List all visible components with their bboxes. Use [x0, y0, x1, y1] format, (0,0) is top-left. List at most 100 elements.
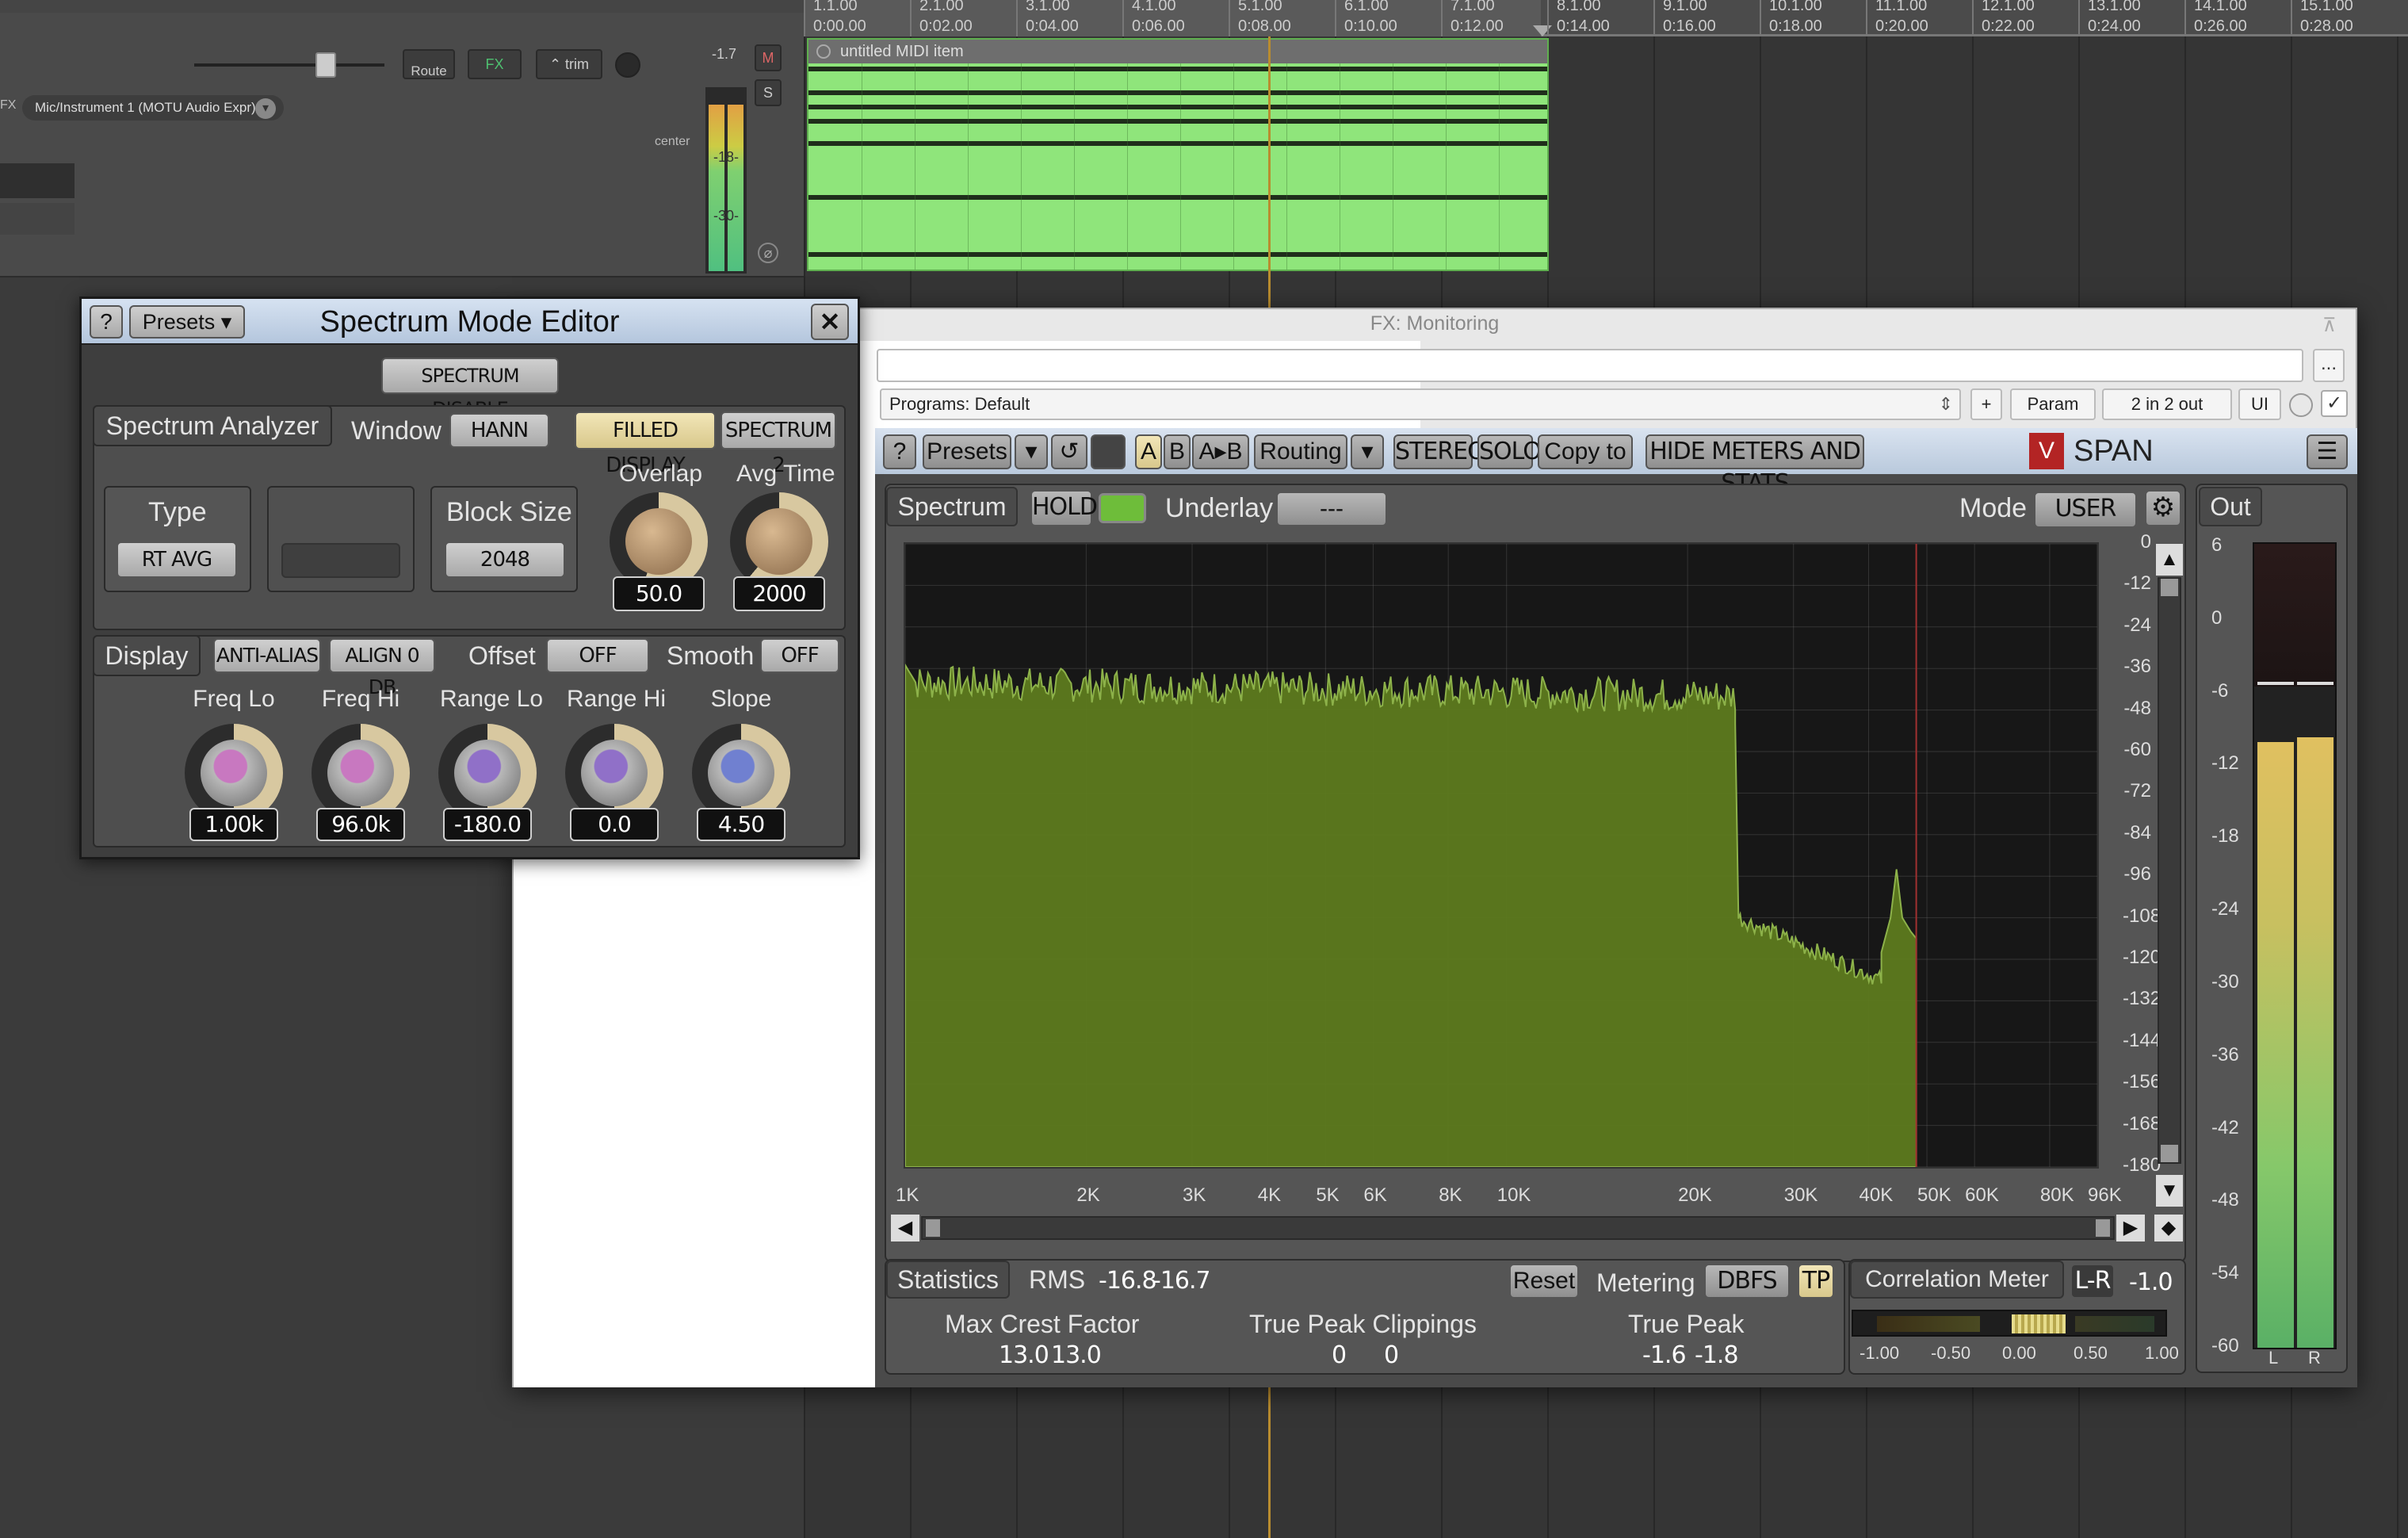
- add-program-button[interactable]: +: [1970, 388, 2002, 420]
- knob-value[interactable]: -180.0: [443, 808, 532, 841]
- correlation-mode-button[interactable]: L-R: [2070, 1264, 2115, 1299]
- hide-meters-button[interactable]: HIDE METERS AND STATS: [1645, 434, 1864, 497]
- route-button[interactable]: Route: [403, 49, 455, 79]
- scroll-thumb-top[interactable]: [2161, 579, 2178, 596]
- block-size-select[interactable]: 2048: [445, 541, 565, 578]
- hscroll-thumb-left[interactable]: [926, 1219, 940, 1237]
- io-button[interactable]: 2 in 2 out: [2102, 388, 2232, 420]
- scroll-right-icon[interactable]: ▶: [2115, 1213, 2146, 1243]
- more-button[interactable]: ...: [2313, 349, 2345, 382]
- copy-to-button[interactable]: Copy to: [1538, 434, 1633, 469]
- fx-chain-small[interactable]: FX: [0, 98, 17, 119]
- ruler-tick: [910, 0, 912, 36]
- knob-value[interactable]: 4.50: [697, 808, 785, 841]
- correlation-scale-label: -1.00: [1860, 1343, 1900, 1363]
- volume-slider-handle[interactable]: [315, 52, 336, 78]
- menu-icon[interactable]: ☰: [2307, 434, 2348, 469]
- crest-left: 13.0: [999, 1341, 1049, 1369]
- volume-slider-track[interactable]: [194, 63, 384, 67]
- peak-hold-left: [2257, 682, 2294, 685]
- spectrum-tab[interactable]: Spectrum: [886, 487, 1018, 526]
- out-tab[interactable]: Out: [2199, 487, 2262, 526]
- filled-display-toggle[interactable]: FILLED DISPLAY: [575, 411, 716, 477]
- stereo-button[interactable]: STEREO: [1393, 434, 1486, 469]
- solo-button[interactable]: S: [755, 79, 782, 106]
- scroll-down-icon[interactable]: ▼: [2154, 1173, 2184, 1208]
- pan-knob[interactable]: [615, 52, 640, 78]
- hscroll-thumb-right[interactable]: [2096, 1219, 2110, 1237]
- metering-mode-select[interactable]: DBFS: [1704, 1264, 1790, 1299]
- db-label: -156: [2123, 1071, 2161, 1093]
- spectrum2-toggle[interactable]: SPECTRUM 2: [720, 411, 836, 477]
- horizontal-scrollbar[interactable]: [921, 1216, 2115, 1240]
- midi-note: [808, 119, 1547, 124]
- zoom-reset-icon[interactable]: ◆: [2153, 1213, 2184, 1243]
- db-label: -180: [2123, 1154, 2161, 1176]
- smooth-select[interactable]: OFF: [760, 638, 839, 673]
- offset-select[interactable]: OFF: [546, 638, 649, 673]
- underlay-select[interactable]: ---: [1276, 492, 1387, 526]
- routing-button[interactable]: Routing: [1254, 434, 1347, 469]
- analyzer-tab[interactable]: Spectrum Analyzer: [93, 405, 332, 446]
- bypass-checkbox[interactable]: ✓: [2321, 390, 2348, 417]
- spectrum-disable-button[interactable]: SPECTRUM DISABLE: [381, 358, 559, 420]
- phase-invert-icon[interactable]: ⌀: [758, 243, 778, 263]
- copy-a-to-b-button[interactable]: A▸B: [1192, 434, 1249, 469]
- sme-titlebar[interactable]: ? Presets ▾ Spectrum Mode Editor ✕: [82, 299, 858, 345]
- knob-value[interactable]: 1.00k: [189, 808, 278, 841]
- fx-search-input[interactable]: [877, 349, 2303, 382]
- anti-alias-toggle[interactable]: ANTI-ALIAS: [213, 638, 321, 673]
- display-tab[interactable]: Display: [93, 635, 201, 676]
- ui-button[interactable]: UI: [2238, 388, 2281, 420]
- type-select[interactable]: RT AVG: [117, 541, 237, 578]
- fx-button[interactable]: FX: [468, 49, 522, 79]
- wet-knob[interactable]: [2289, 393, 2313, 417]
- window-select[interactable]: HANN: [449, 413, 549, 448]
- overlap-label: Overlap: [619, 461, 703, 487]
- close-icon[interactable]: ✕: [811, 304, 849, 340]
- scroll-thumb-bottom[interactable]: [2161, 1145, 2178, 1162]
- scroll-up-icon[interactable]: ▲: [2154, 542, 2184, 577]
- mute-button[interactable]: M: [755, 44, 782, 71]
- reset-icon[interactable]: ↺: [1051, 434, 1087, 469]
- spectrum-plot[interactable]: [904, 542, 2099, 1169]
- record-input-selector[interactable]: Mic/Instrument 1 (MOTU Audio Expr): [22, 95, 284, 121]
- program-selector[interactable]: Programs: Default ⇕: [880, 388, 1961, 420]
- spectrum-color-swatch[interactable]: [1099, 493, 1146, 523]
- state-b-button[interactable]: B: [1164, 434, 1191, 469]
- gear-icon[interactable]: ⚙: [2145, 490, 2181, 526]
- align-0db-toggle[interactable]: ALIGN 0 DB: [329, 638, 435, 698]
- correlation-scale-label: 1.00: [2145, 1343, 2179, 1363]
- true-peak-toggle[interactable]: TP: [1798, 1264, 1834, 1299]
- span-help-button[interactable]: ?: [883, 434, 916, 469]
- undo-slot[interactable]: [1091, 434, 1126, 469]
- routing-dropdown-icon[interactable]: ▾: [1351, 434, 1384, 469]
- avg-time-value[interactable]: 2000: [733, 576, 825, 611]
- state-a-button[interactable]: A: [1135, 434, 1162, 469]
- knob-value[interactable]: 96.0k: [316, 808, 405, 841]
- midi-item[interactable]: untitled MIDI item: [807, 38, 1549, 271]
- knob-value[interactable]: 0.0: [570, 808, 659, 841]
- overlap-value[interactable]: 50.0: [613, 576, 705, 611]
- midi-grid-line: [1233, 63, 1234, 270]
- correlation-tab[interactable]: Correlation Meter: [1850, 1261, 2064, 1299]
- loop-end-marker-icon[interactable]: [1533, 25, 1552, 36]
- out-db-label: -48: [2211, 1189, 2239, 1211]
- span-presets-button[interactable]: Presets: [923, 434, 1011, 469]
- trim-button[interactable]: ⌃ trim: [536, 49, 602, 79]
- mode-label: Mode: [1959, 493, 2028, 523]
- scroll-left-icon[interactable]: ◀: [889, 1213, 921, 1243]
- db-label: -36: [2123, 656, 2151, 678]
- rms-right: -16.7: [1152, 1267, 1211, 1295]
- stats-reset-button[interactable]: Reset: [1509, 1264, 1579, 1299]
- chevron-down-icon[interactable]: ▾: [255, 98, 276, 119]
- param-button[interactable]: Param: [2010, 388, 2096, 420]
- vertical-scrollbar[interactable]: [2158, 577, 2181, 1164]
- hold-button[interactable]: HOLD: [1030, 490, 1098, 526]
- mode-select[interactable]: USER: [2034, 492, 2137, 528]
- pin-icon[interactable]: ⊼: [2322, 314, 2337, 337]
- statistics-tab[interactable]: Statistics: [886, 1261, 1010, 1299]
- solo-button-span[interactable]: SOLO: [1477, 434, 1542, 469]
- presets-dropdown-icon[interactable]: ▾: [1015, 434, 1048, 469]
- db-label: -144: [2123, 1029, 2161, 1051]
